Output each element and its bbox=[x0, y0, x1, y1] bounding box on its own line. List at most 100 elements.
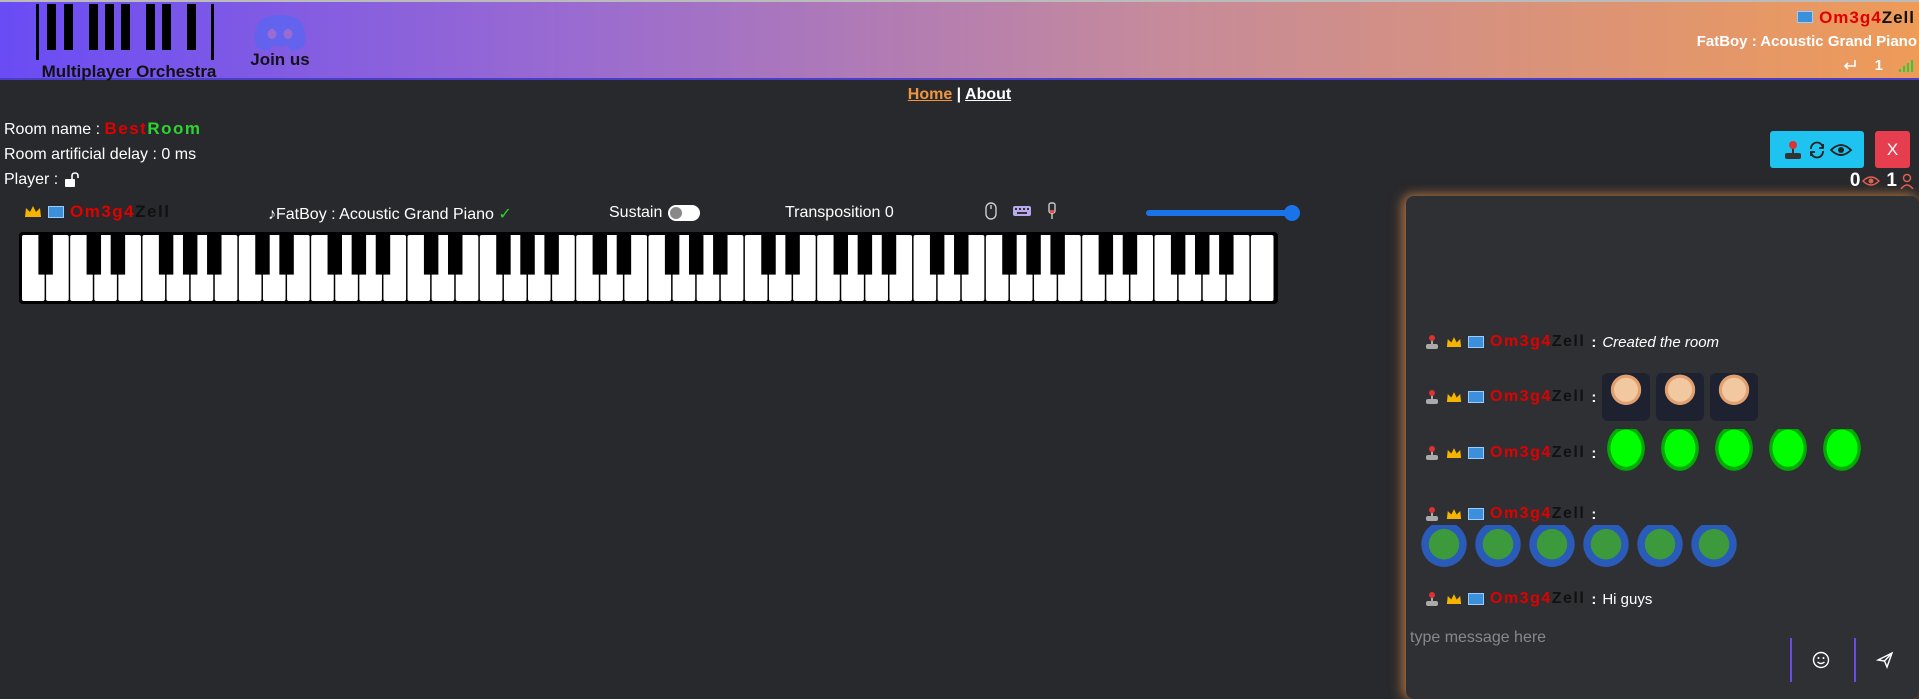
room-name-row: Room name : BestRoom bbox=[4, 116, 202, 142]
black-key[interactable] bbox=[857, 235, 873, 275]
user-icon bbox=[1900, 173, 1914, 189]
orchestra-logo[interactable]: Multiplayer Orchestra bbox=[30, 4, 220, 81]
chat-username[interactable]: Om3g4Zell bbox=[1490, 590, 1585, 608]
black-key[interactable] bbox=[1098, 235, 1114, 275]
transposition-label[interactable]: Transposition 0 bbox=[785, 204, 894, 222]
send-button[interactable] bbox=[1854, 638, 1914, 682]
black-key[interactable] bbox=[833, 235, 849, 275]
discord-join-text: Join us bbox=[250, 50, 310, 69]
piano-keyboard[interactable] bbox=[19, 232, 1278, 304]
sustain-toggle[interactable] bbox=[668, 205, 701, 221]
chat-username[interactable]: Om3g4Zell bbox=[1490, 505, 1585, 523]
black-key[interactable] bbox=[881, 235, 897, 275]
black-key[interactable] bbox=[713, 235, 728, 275]
black-key[interactable] bbox=[496, 235, 511, 275]
keyboard-icon[interactable] bbox=[1012, 204, 1032, 218]
flag-icon bbox=[1468, 391, 1484, 403]
player-spectator-toggle-button[interactable] bbox=[1770, 131, 1864, 168]
crown-icon bbox=[1446, 391, 1462, 402]
mouse-icon[interactable] bbox=[984, 202, 998, 220]
flag-icon bbox=[1468, 593, 1484, 605]
midi-plug-icon[interactable] bbox=[1046, 202, 1058, 220]
black-key[interactable] bbox=[1170, 235, 1186, 275]
volume-slider[interactable] bbox=[1146, 205, 1300, 221]
header-username[interactable]: Om3g4Zell bbox=[1797, 8, 1915, 28]
crown-icon bbox=[25, 206, 41, 217]
black-key[interactable] bbox=[520, 235, 535, 275]
players-count: 1 bbox=[1886, 170, 1897, 191]
pepe-emote-icon bbox=[1420, 525, 1468, 573]
return-arrow-icon[interactable] bbox=[1841, 58, 1859, 74]
black-key[interactable] bbox=[448, 235, 463, 275]
sustain-control: Sustain bbox=[609, 204, 701, 222]
pepe-emote-icon bbox=[1636, 525, 1684, 573]
chat-username[interactable]: Om3g4Zell bbox=[1490, 388, 1585, 406]
parrot-emote-icon bbox=[1602, 429, 1651, 477]
white-key[interactable] bbox=[1250, 235, 1274, 301]
chat-separator: : bbox=[1591, 388, 1597, 406]
black-key[interactable] bbox=[351, 235, 367, 275]
emoji-button[interactable] bbox=[1790, 638, 1850, 682]
black-key[interactable] bbox=[616, 235, 632, 275]
black-key[interactable] bbox=[929, 235, 945, 275]
player-instrument[interactable]: ♪FatBoy : Acoustic Grand Piano ✓ bbox=[268, 204, 512, 224]
trump-emote-icon bbox=[1656, 373, 1705, 421]
black-key[interactable] bbox=[1026, 235, 1041, 275]
header-instrument: FatBoy : Acoustic Grand Piano bbox=[1696, 33, 1917, 50]
flag-icon bbox=[1468, 336, 1484, 348]
signal-icon bbox=[1899, 59, 1913, 72]
chat-separator: : bbox=[1591, 444, 1597, 462]
black-key[interactable] bbox=[1219, 235, 1234, 275]
app-header: Multiplayer Orchestra Join us Om3g4Zell … bbox=[0, 0, 1919, 81]
trump-emote-icon bbox=[1710, 373, 1759, 421]
black-key[interactable] bbox=[327, 235, 342, 275]
black-key[interactable] bbox=[544, 235, 559, 275]
nav-separator: | bbox=[956, 86, 962, 103]
crown-icon bbox=[1446, 447, 1462, 458]
black-key[interactable] bbox=[664, 235, 680, 275]
music-note-icon: ♪ bbox=[268, 206, 276, 223]
room-delay: Room artificial delay : 0 ms bbox=[4, 146, 197, 163]
black-key[interactable] bbox=[110, 235, 126, 275]
black-key[interactable] bbox=[688, 235, 704, 275]
chat-panel: Om3g4Zell: Created the room Om3g4Zell: Om3g… bbox=[1406, 196, 1919, 699]
parrot-emote-icon bbox=[1764, 429, 1813, 477]
joystick-icon bbox=[1426, 507, 1438, 521]
discord-link[interactable]: Join us bbox=[248, 12, 312, 74]
logo-text: Multiplayer Orchestra bbox=[41, 62, 217, 81]
black-key[interactable] bbox=[423, 235, 439, 275]
black-key[interactable] bbox=[375, 235, 391, 275]
chat-username[interactable]: Om3g4Zell bbox=[1490, 333, 1585, 351]
black-key[interactable] bbox=[1195, 235, 1210, 275]
crown-icon bbox=[1446, 508, 1462, 519]
chat-message-input[interactable] bbox=[1410, 624, 1780, 652]
black-key[interactable] bbox=[761, 235, 776, 275]
black-key[interactable] bbox=[86, 235, 102, 275]
unlock-icon[interactable] bbox=[63, 171, 79, 188]
black-key[interactable] bbox=[1050, 235, 1065, 275]
room-info: Room name : BestRoom Room artificial del… bbox=[4, 116, 202, 192]
black-key[interactable] bbox=[1122, 235, 1138, 275]
close-button[interactable]: X bbox=[1875, 131, 1910, 168]
black-key[interactable] bbox=[1002, 235, 1017, 275]
black-key[interactable] bbox=[255, 235, 270, 275]
black-key[interactable] bbox=[954, 235, 969, 275]
check-icon: ✓ bbox=[498, 206, 512, 223]
black-key[interactable] bbox=[592, 235, 608, 275]
chat-emotes bbox=[1420, 525, 1738, 573]
sustain-label: Sustain bbox=[609, 204, 663, 221]
black-key[interactable] bbox=[785, 235, 800, 275]
black-key[interactable] bbox=[38, 235, 53, 275]
chat-username[interactable]: Om3g4Zell bbox=[1490, 444, 1585, 462]
discord-icon bbox=[254, 15, 306, 51]
black-key[interactable] bbox=[158, 235, 174, 275]
joystick-icon bbox=[1426, 390, 1438, 404]
player-label: Player : bbox=[4, 171, 59, 188]
black-key[interactable] bbox=[182, 235, 198, 275]
nav-home-link[interactable]: Home bbox=[908, 86, 952, 103]
piano-keys[interactable] bbox=[22, 235, 1275, 301]
black-key[interactable] bbox=[279, 235, 294, 275]
nav-about-link[interactable]: About bbox=[965, 86, 1011, 103]
smiley-icon bbox=[1812, 651, 1830, 669]
black-key[interactable] bbox=[207, 235, 222, 275]
